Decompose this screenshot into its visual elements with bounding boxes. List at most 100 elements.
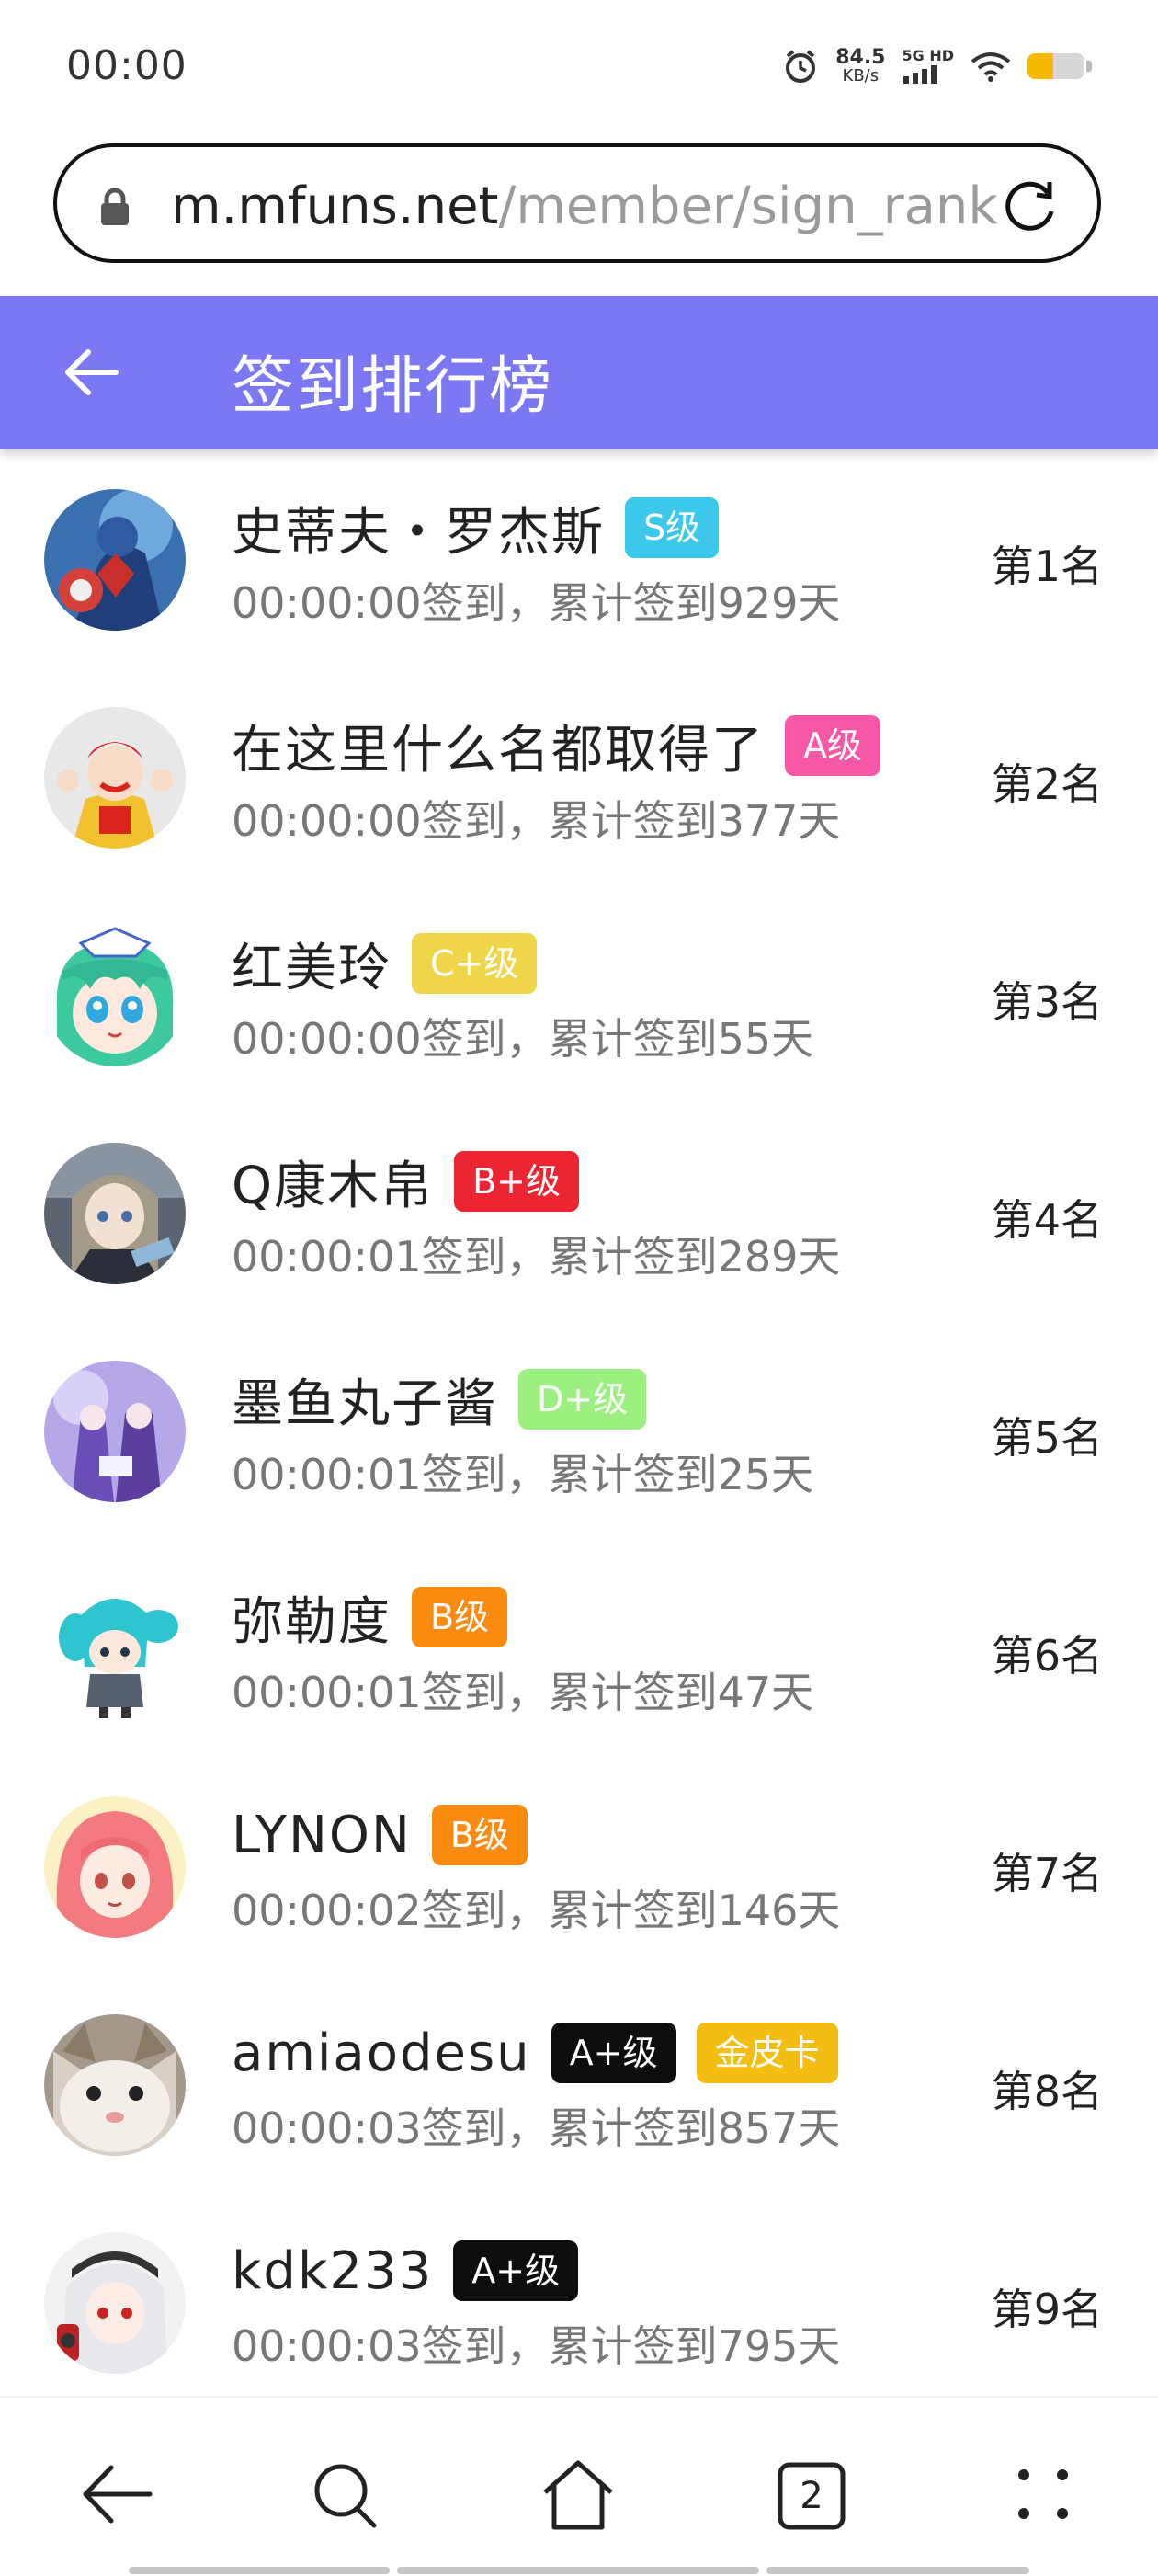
battery-icon [1027, 53, 1092, 79]
lock-icon[interactable] [99, 188, 131, 230]
menu-dots-icon [1011, 2462, 1075, 2530]
level-badge: A+级 [551, 2023, 676, 2083]
list-item[interactable]: kdk233 A+级 00:00:03签到，累计签到795天 第9名 [0, 2192, 1158, 2396]
sign-info: 00:00:01签到，累计签到289天 [232, 1232, 841, 1282]
sign-info: 00:00:00签到，累计签到929天 [232, 578, 841, 628]
net-speed-unit: KB/s [842, 66, 880, 85]
rank-label: 第8名 [991, 2067, 1103, 2116]
list-item[interactable]: 墨鱼丸子酱 D+级 00:00:01签到，累计签到25天 第5名 [0, 1320, 1158, 1538]
rank-label: 第2名 [991, 759, 1103, 809]
list-item[interactable]: LYNON B级 00:00:02签到，累计签到146天 第7名 [0, 1756, 1158, 1974]
list-item[interactable]: 红美玲 C+级 00:00:00签到，累计签到55天 第3名 [0, 884, 1158, 1102]
sign-info: 00:00:01签到，累计签到25天 [232, 1450, 814, 1499]
user-name[interactable]: 墨鱼丸子酱 [232, 1362, 498, 1437]
page-title: 签到排行榜 [232, 350, 554, 423]
user-name[interactable]: kdk233 [232, 2241, 433, 2301]
rank-list: 史蒂夫・罗杰斯 S级 00:00:00签到，累计签到929天 第1名 在这里什么… [0, 449, 1158, 2396]
user-name[interactable]: LYNON [232, 1806, 412, 1865]
name-line: LYNON B级 [232, 1802, 528, 1868]
list-item[interactable]: 史蒂夫・罗杰斯 S级 00:00:00签到，累计签到929天 第1名 [0, 449, 1158, 667]
net-speed: 84.5 KB/s [835, 48, 885, 85]
sign-info: 00:00:01签到，累计签到47天 [232, 1668, 814, 1717]
nav-tabs-button[interactable]: 2 [770, 2455, 853, 2537]
status-time: 00:00 [66, 42, 187, 89]
nav-home-button[interactable] [537, 2455, 619, 2537]
user-name[interactable]: amiaodesu [232, 2023, 531, 2083]
user-name[interactable]: 史蒂夫・罗杰斯 [232, 491, 605, 565]
url-path: /member/sign_rank [498, 177, 998, 236]
avatar[interactable] [44, 1361, 186, 1502]
level-badge: A级 [785, 715, 880, 776]
avatar[interactable] [44, 1579, 186, 1720]
status-icons: 84.5 KB/s 5G HD [782, 48, 1092, 85]
user-name[interactable]: 弥勒度 [232, 1580, 392, 1655]
name-line: Q康木帛 B+级 [232, 1148, 579, 1216]
battery-body [1027, 53, 1084, 79]
rank-label: 第6名 [991, 1631, 1103, 1681]
tabs-icon: 2 [777, 2461, 846, 2531]
avatar[interactable] [44, 2232, 186, 2374]
reload-icon[interactable] [1000, 175, 1061, 239]
gold-card-badge: 金皮卡 [696, 2023, 838, 2083]
rank-label: 第7名 [991, 1849, 1103, 1898]
network-label: 5G HD [902, 47, 954, 64]
app-header: 签到排行榜 [0, 296, 1158, 449]
level-badge: B级 [431, 1805, 528, 1865]
sign-info: 00:00:02签到，累计签到146天 [232, 1886, 841, 1935]
list-item[interactable]: 弥勒度 B级 00:00:01签到，累计签到47天 第6名 [0, 1538, 1158, 1756]
avatar[interactable] [44, 2014, 186, 2156]
user-name[interactable]: 在这里什么名都取得了 [232, 709, 765, 783]
gesture-bar-left [129, 2567, 390, 2574]
nav-menu-button[interactable] [1002, 2455, 1084, 2537]
sign-info: 00:00:00签到，累计签到377天 [232, 796, 841, 846]
name-line: 史蒂夫・罗杰斯 S级 [232, 495, 720, 563]
sign-info: 00:00:03签到，累计签到857天 [232, 2103, 841, 2153]
battery-fill [1027, 53, 1053, 79]
level-badge: B级 [412, 1587, 508, 1647]
nav-back-button[interactable] [75, 2455, 158, 2537]
avatar[interactable] [44, 1143, 186, 1284]
list-item[interactable]: amiaodesu A+级 金皮卡 00:00:03签到，累计签到857天 第8… [0, 1974, 1158, 2192]
name-line: amiaodesu A+级 金皮卡 [232, 2020, 838, 2086]
name-line: 在这里什么名都取得了 A级 [232, 712, 880, 781]
level-badge: S级 [625, 497, 720, 558]
signal-icon [902, 63, 940, 84]
wifi-icon [971, 51, 1011, 82]
home-icon [539, 2457, 617, 2535]
level-badge: D+级 [518, 1369, 647, 1430]
avatar[interactable] [44, 1796, 186, 1938]
user-name[interactable]: Q康木帛 [232, 1145, 434, 1219]
alarm-icon [782, 48, 819, 85]
avatar[interactable] [44, 925, 186, 1066]
level-badge: A+级 [453, 2240, 579, 2301]
url-host: m.mfuns.net [171, 177, 499, 236]
battery-tip [1086, 61, 1092, 72]
back-arrow-icon [80, 2462, 153, 2530]
user-name[interactable]: 红美玲 [232, 927, 392, 1001]
list-item[interactable]: Q康木帛 B+级 00:00:01签到，累计签到289天 第4名 [0, 1102, 1158, 1320]
network-indicator: 5G HD [902, 49, 954, 84]
nav-search-button[interactable] [303, 2455, 386, 2537]
level-badge: C+级 [412, 933, 538, 994]
back-arrow-icon[interactable] [61, 342, 121, 406]
rank-label: 第3名 [991, 977, 1103, 1027]
sign-info: 00:00:03签到，累计签到795天 [232, 2321, 841, 2371]
rank-label: 第9名 [991, 2285, 1103, 2334]
sign-info: 00:00:00签到，累计签到55天 [232, 1014, 814, 1064]
name-line: 弥勒度 B级 [232, 1584, 508, 1652]
level-badge: B+级 [454, 1151, 579, 1212]
rank-label: 第4名 [991, 1195, 1103, 1245]
gesture-bar-center [397, 2567, 759, 2574]
net-speed-value: 84.5 [835, 46, 886, 69]
list-item[interactable]: 在这里什么名都取得了 A级 00:00:00签到，累计签到377天 第2名 [0, 667, 1158, 884]
address-bar[interactable]: m.mfuns.net/member/sign_rank [53, 143, 1101, 263]
status-bar: 00:00 84.5 KB/s 5G HD [0, 0, 1158, 138]
gesture-bar-right [766, 2567, 1029, 2574]
url-text[interactable]: m.mfuns.net/member/sign_rank [171, 177, 998, 236]
name-line: 墨鱼丸子酱 D+级 [232, 1366, 647, 1434]
avatar[interactable] [44, 489, 186, 631]
search-icon [310, 2459, 380, 2533]
name-line: kdk233 A+级 [232, 2238, 579, 2304]
avatar[interactable] [44, 707, 186, 849]
bottom-nav: 2 [0, 2396, 1158, 2576]
